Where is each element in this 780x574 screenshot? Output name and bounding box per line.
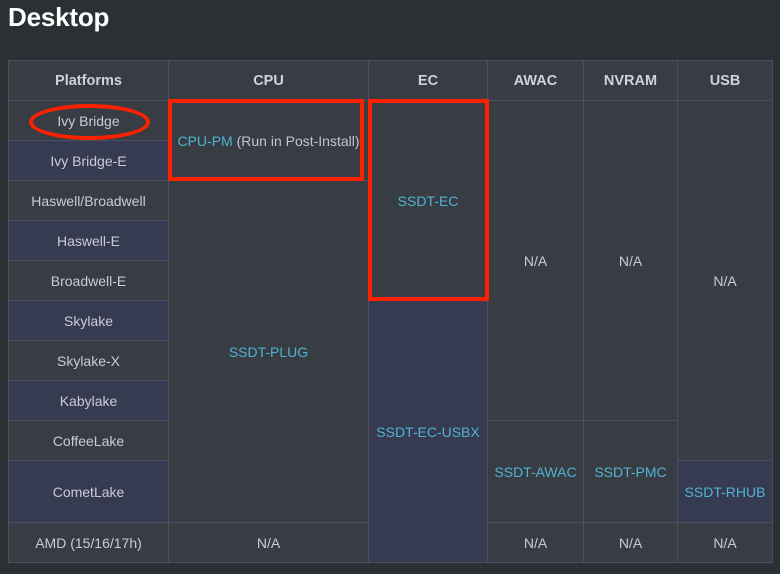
platform-cell-ivy-bridge-e: Ivy Bridge-E bbox=[8, 140, 169, 181]
ssdt-pmc-link[interactable]: SSDT-PMC bbox=[594, 464, 666, 480]
platform-cell-kabylake: Kabylake bbox=[8, 380, 169, 421]
table-row: Ivy Bridge CPU-PM (Run in Post-Install) … bbox=[8, 100, 773, 461]
platform-cell-skylake-x: Skylake-X bbox=[8, 340, 169, 381]
platform-cell-haswell-e: Haswell-E bbox=[8, 220, 169, 261]
awac-cell-amd-na: N/A bbox=[487, 522, 584, 563]
nvram-cell-amd-na: N/A bbox=[583, 522, 678, 563]
ec-cell-ssdt-ec: SSDT-EC bbox=[368, 100, 488, 301]
platform-cell-coffeelake: CoffeeLake bbox=[8, 420, 169, 461]
platform-cell-cometlake: CometLake bbox=[8, 460, 169, 523]
cpu-cell-ssdt-plug: SSDT-PLUG bbox=[168, 180, 369, 523]
nvram-cell-na: N/A bbox=[583, 100, 678, 421]
ssdt-awac-link[interactable]: SSDT-AWAC bbox=[494, 464, 576, 480]
platform-cell-ivy-bridge: Ivy Bridge bbox=[8, 100, 169, 141]
cpu-cell-cpu-pm: CPU-PM (Run in Post-Install) bbox=[168, 100, 369, 181]
usb-cell-na: N/A bbox=[677, 100, 773, 461]
column-header-usb: USB bbox=[677, 60, 773, 101]
platform-support-table: Platforms CPU EC AWAC NVRAM USB Ivy Brid… bbox=[8, 60, 773, 563]
usb-cell-amd-na: N/A bbox=[677, 522, 773, 563]
ssdt-ec-link[interactable]: SSDT-EC bbox=[398, 193, 459, 209]
platform-cell-skylake: Skylake bbox=[8, 300, 169, 341]
cpu-pm-note: (Run in Post-Install) bbox=[232, 132, 360, 149]
platform-cell-broadwell-e: Broadwell-E bbox=[8, 260, 169, 301]
page-title: Desktop bbox=[8, 2, 110, 32]
platform-cell-amd: AMD (15/16/17h) bbox=[8, 522, 169, 563]
cpu-cell-amd-na: N/A bbox=[168, 522, 369, 563]
column-header-cpu: CPU bbox=[168, 60, 369, 101]
ssdt-plug-link[interactable]: SSDT-PLUG bbox=[229, 344, 308, 360]
column-header-nvram: NVRAM bbox=[583, 60, 678, 101]
awac-cell-ssdt-awac: SSDT-AWAC bbox=[487, 420, 584, 523]
ec-cell-ssdt-ec-usbx: SSDT-EC-USBX bbox=[368, 300, 488, 563]
nvram-cell-ssdt-pmc: SSDT-PMC bbox=[583, 420, 678, 523]
cpu-pm-link[interactable]: CPU-PM bbox=[177, 133, 232, 149]
platform-cell-haswell-broadwell: Haswell/Broadwell bbox=[8, 180, 169, 221]
ssdt-rhub-link[interactable]: SSDT-RHUB bbox=[685, 484, 766, 500]
ssdt-ec-usbx-link[interactable]: SSDT-EC-USBX bbox=[376, 424, 479, 440]
column-header-ec: EC bbox=[368, 60, 488, 101]
usb-cell-ssdt-rhub: SSDT-RHUB bbox=[677, 460, 773, 523]
awac-cell-na: N/A bbox=[487, 100, 584, 421]
table-header-row: Platforms CPU EC AWAC NVRAM USB bbox=[8, 60, 773, 101]
column-header-awac: AWAC bbox=[487, 60, 584, 101]
column-header-platforms: Platforms bbox=[8, 60, 169, 101]
page-root: Desktop Platforms CPU EC AWAC NVRAM USB … bbox=[0, 0, 780, 574]
